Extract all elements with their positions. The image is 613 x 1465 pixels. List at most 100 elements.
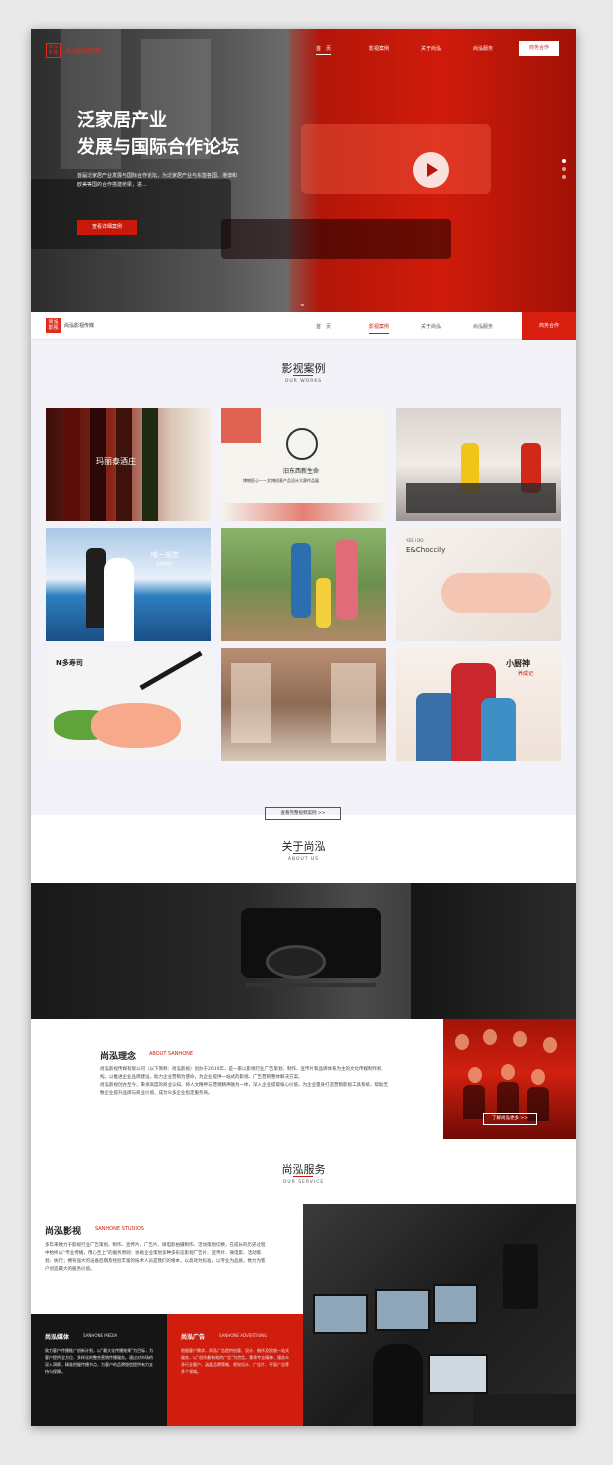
work-tile-sushi[interactable]: N多寿司 (46, 648, 211, 761)
monitor-shape (433, 1284, 478, 1324)
nav-home[interactable]: 首 页 (316, 323, 331, 330)
lens-shape (266, 945, 326, 979)
nav-works[interactable]: 影视案例 (369, 45, 389, 52)
cabinet-shape (331, 663, 376, 743)
view-case-button[interactable]: 查看详细案例 (77, 220, 137, 235)
tile-caption: N多寿司 (56, 659, 83, 667)
sticky-nav-bar: 尚泓影视 尚泓影视传媒 首 页 影视案例 关于尚泓 尚泓服务 商务合作 (31, 312, 576, 340)
laptop-shape (428, 1354, 488, 1394)
hero-title-line2: 发展与国际合作论坛 (77, 137, 239, 158)
business-coop-button[interactable]: 商务合作 (519, 41, 559, 56)
body-shape (463, 1085, 485, 1119)
philosophy-paragraph: 尚泓影视传媒有限公司（以下简称：尚泓影视）创办于2010年，是一家以影视行业广告… (100, 1067, 382, 1080)
work-tile-heritage[interactable]: 旧东西新生命 博物匠心——文博创意产品设计大赛作品展 (221, 408, 386, 521)
works-subtitle: OUR WORKS (284, 379, 323, 384)
studio-photo (303, 1204, 576, 1426)
paper-cut-shape (221, 503, 386, 521)
hero-table (221, 219, 451, 259)
hero-sofa (301, 124, 491, 194)
page: 尚泓影视 尚泓影视传媒 首 页 影视案例 关于尚泓 尚泓服务 商务合作 泛家居产… (31, 29, 576, 1426)
bottle-shape (142, 408, 158, 521)
face-shape (531, 1069, 545, 1085)
media-text: 致力客户传播推广创新计划，以“最大化传播效果”为目标，为客户提供全方位、多样化的… (45, 1348, 154, 1374)
hero-description: 首届泛家居产业发展与国际合作论坛，为泛家居产业与东盟各国、港澳和欧美等国的合作搭… (77, 173, 238, 188)
carousel-dot[interactable] (562, 167, 566, 171)
nav-home[interactable]: 首 页 (316, 45, 332, 55)
work-tile-wedding[interactable]: 唯一视觉 全球旅拍 (46, 528, 211, 641)
person-shape (336, 540, 358, 620)
adv-title: 尚泓广告 (181, 1334, 206, 1341)
person-shape (291, 543, 311, 618)
work-tile-ring[interactable]: YES I DO E&Choccily (396, 528, 561, 641)
service-subtitle: OUR SERVICE (282, 1180, 325, 1185)
sushi-shape (91, 703, 181, 748)
face-shape (543, 1037, 557, 1053)
title-divider (293, 375, 313, 376)
chopstick-shape (139, 650, 203, 691)
nav-works[interactable]: 影视案例 (369, 323, 390, 334)
monitor-shape (313, 1294, 368, 1334)
work-tile-kitchen[interactable]: 小厨神 养成记 (396, 648, 561, 761)
work-tile-interior[interactable] (221, 648, 386, 761)
paper-cut-shape (221, 408, 261, 443)
title-divider (293, 1176, 313, 1177)
studios-title: 尚泓影视 (45, 1227, 82, 1237)
work-tile-family-bike[interactable] (221, 528, 386, 641)
work-tile-gym[interactable] (396, 408, 561, 521)
logo-text: 尚泓影视 (48, 44, 59, 56)
operator-shape (411, 883, 576, 1019)
media-service-card[interactable]: 尚泓媒体 SANHONE MEDIA 致力客户传播推广创新计划，以“最大化传播效… (31, 1314, 167, 1426)
carousel-dot[interactable] (562, 159, 566, 163)
philosophy-text: 尚泓影视传媒有限公司（以下简称：尚泓影视）创办于2010年，是一家以影视行业广告… (100, 1066, 390, 1098)
business-coop-button[interactable]: 商务合作 (522, 312, 576, 340)
child-shape (481, 698, 516, 761)
tile-caption: 唯一视觉 (151, 551, 179, 559)
tile-caption: YES I DO (406, 538, 424, 543)
play-icon[interactable] (413, 152, 449, 188)
tile-caption: 养成记 (518, 671, 534, 677)
about-camera-photo (31, 883, 576, 1019)
hands-shape (441, 573, 551, 613)
works-section: 影视案例 OUR WORKS 玛丽泰酒庄 旧东西新生命 博物匠心——文博创意产品… (31, 340, 576, 820)
tile-caption: 全球旅拍 (156, 561, 172, 566)
tile-caption: 旧东西新生命 (283, 468, 320, 475)
child-shape (316, 578, 331, 628)
hero-title-line1: 泛家居产业 (77, 110, 167, 131)
advertising-service-card[interactable]: 尚泓广告 SANHONE ADVERTISING 根据客户需求，尚泓广告提供创意… (167, 1314, 303, 1426)
philosophy-title: 尚泓理念 (100, 1052, 137, 1062)
carousel-dots[interactable] (562, 159, 567, 183)
brand-name[interactable]: 尚泓影视传媒 (64, 322, 94, 329)
work-tile-wine[interactable]: 玛丽泰酒庄 (46, 408, 211, 521)
emblem-shape (286, 428, 318, 460)
bottle-shape (64, 408, 80, 521)
carousel-dot[interactable] (562, 175, 566, 179)
child-shape (416, 693, 456, 761)
face-shape (513, 1031, 527, 1047)
hero-title: 泛家居产业 发展与国际合作论坛 (77, 107, 239, 161)
nav-service[interactable]: 尚泓服务 (473, 45, 493, 52)
brand-name[interactable]: 尚泓影视传媒 (65, 46, 101, 55)
groom-shape (86, 548, 106, 628)
title-divider (293, 853, 313, 854)
nav-about[interactable]: 关于尚泓 (421, 45, 441, 52)
tile-caption: 博物匠心——文博创意产品设计大赛作品展 (243, 478, 319, 483)
face-shape (501, 1064, 515, 1080)
logo-icon[interactable]: 尚泓影视 (46, 318, 61, 333)
logo-icon[interactable]: 尚泓影视 (46, 43, 61, 58)
learn-more-button[interactable]: 了解尚泓更多 >> (483, 1113, 537, 1125)
service-title: 尚泓服务 (281, 1163, 326, 1176)
nav-service[interactable]: 尚泓服务 (473, 323, 493, 330)
bride-shape (104, 558, 134, 641)
media-en: SANHONE MEDIA (83, 1333, 118, 1338)
face-shape (468, 1067, 482, 1083)
nav-about[interactable]: 关于尚泓 (421, 323, 441, 330)
speaker-shape (503, 1244, 538, 1309)
studios-en: SANHONE STUDIOS (95, 1226, 144, 1232)
logo-text: 尚泓影视 (48, 319, 59, 331)
rig-shape (246, 983, 376, 987)
works-title: 影视案例 (281, 362, 326, 375)
studios-text: 多年来致力于影视行业广告策划、制作、宣传片、广告片、微电影拍摄制作、活动策划切换… (45, 1243, 266, 1272)
monitor-shape (375, 1289, 430, 1331)
view-all-works-button[interactable]: 查看完整视频案例 >> (265, 807, 341, 820)
chevron-down-icon[interactable]: ⌄ (299, 299, 306, 308)
